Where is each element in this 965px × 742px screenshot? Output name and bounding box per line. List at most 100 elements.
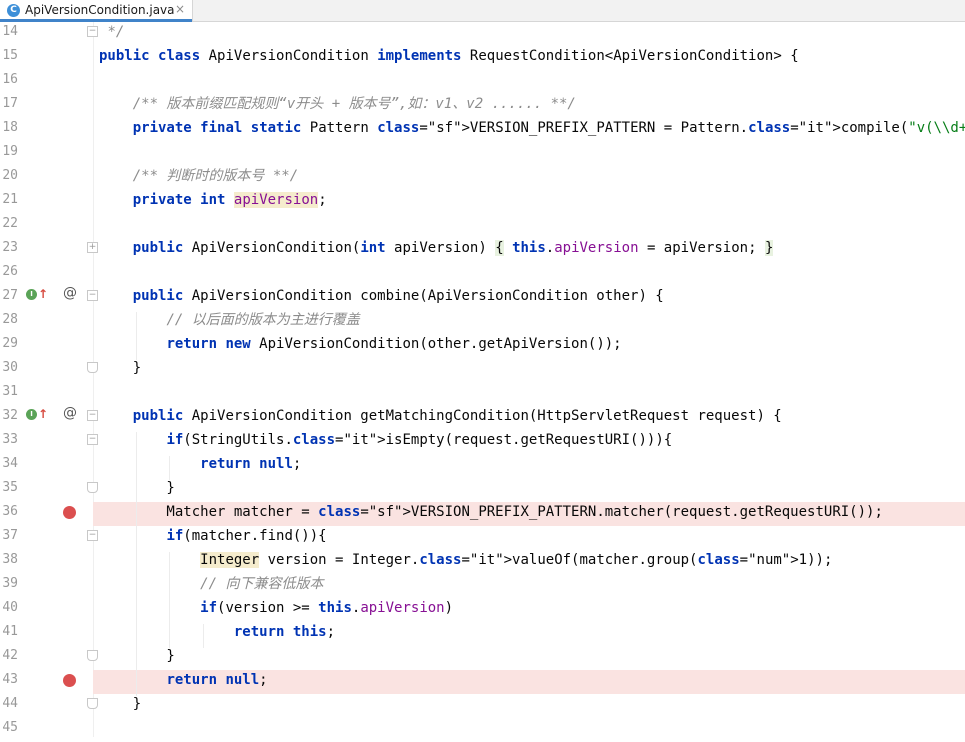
code-line[interactable]: 19	[0, 142, 965, 166]
line-number[interactable]: 34	[0, 454, 18, 474]
code-line[interactable]: 40 if(version >= this.apiVersion)	[0, 598, 965, 622]
line-number[interactable]: 44	[0, 694, 18, 714]
code-line[interactable]: 38 Integer version = Integer.class="it">…	[0, 550, 965, 574]
code-text[interactable]: return null;	[99, 454, 301, 478]
close-icon[interactable]: ×	[175, 2, 185, 16]
line-number[interactable]: 23	[0, 238, 18, 258]
line-number[interactable]: 36	[0, 502, 18, 522]
line-number[interactable]: 39	[0, 574, 18, 594]
breakpoint-icon[interactable]	[63, 506, 76, 519]
editor-tab-active[interactable]: C ApiVersionCondition.java ×	[0, 0, 193, 22]
line-number[interactable]: 15	[0, 46, 18, 66]
code-text[interactable]: Integer version = Integer.class="it">val…	[99, 550, 832, 574]
line-number[interactable]: 35	[0, 478, 18, 498]
line-number[interactable]: 31	[0, 382, 18, 402]
fold-collapse-icon[interactable]	[87, 362, 98, 373]
line-number[interactable]: 29	[0, 334, 18, 354]
line-number[interactable]: 30	[0, 358, 18, 378]
fold-collapse-icon[interactable]: −	[87, 26, 98, 37]
code-line[interactable]: 35 }	[0, 478, 965, 502]
code-line[interactable]: 41 return this;	[0, 622, 965, 646]
code-line[interactable]: 34 return null;	[0, 454, 965, 478]
code-line[interactable]: 16	[0, 70, 965, 94]
code-line[interactable]: 23 + public ApiVersionCondition(int apiVe…	[0, 238, 965, 262]
fold-collapse-icon[interactable]: −	[87, 530, 98, 541]
code-text[interactable]: // 以后面的版本为主进行覆盖	[99, 310, 359, 334]
code-text[interactable]: if(matcher.find()){	[99, 526, 326, 550]
code-line[interactable]: 37 − if(matcher.find()){	[0, 526, 965, 550]
code-text[interactable]: // 向下兼容低版本	[99, 574, 323, 598]
line-number[interactable]: 33	[0, 430, 18, 450]
code-line[interactable]: 27 I ↑ @ − public ApiVersionCondition combin…	[0, 285, 965, 310]
code-text[interactable]: Matcher matcher = class="sf">VERSION_PRE…	[99, 502, 882, 526]
line-number[interactable]: 37	[0, 526, 18, 546]
code-text[interactable]: }	[99, 646, 174, 670]
code-text[interactable]: /** 判断时的版本号 **/	[99, 166, 298, 190]
code-text[interactable]: public ApiVersionCondition(int apiVersio…	[99, 238, 774, 262]
line-number[interactable]: 19	[0, 142, 18, 162]
code-text[interactable]: private int apiVersion;	[99, 190, 327, 214]
line-number[interactable]: 26	[0, 262, 18, 282]
code-text[interactable]: return null;	[99, 670, 267, 694]
code-text[interactable]: return new ApiVersionCondition(other.get…	[99, 334, 621, 358]
fold-collapse-icon[interactable]	[87, 482, 98, 493]
code-line[interactable]: 17 /** 版本前缀匹配规则“v开头 + 版本号”,如：v1、v2 .....…	[0, 94, 965, 118]
line-number[interactable]: 32	[0, 406, 18, 426]
fold-expand-icon[interactable]: +	[87, 242, 98, 253]
implements-method-icon[interactable]: I ↑	[26, 407, 48, 421]
line-number[interactable]: 21	[0, 190, 18, 210]
fold-collapse-icon[interactable]	[87, 650, 98, 661]
code-line[interactable]: 29 return new ApiVersionCondition(other.…	[0, 334, 965, 358]
code-text[interactable]: }	[99, 358, 141, 382]
code-line[interactable]: 15 public class ApiVersionCondition imple…	[0, 46, 965, 70]
implements-method-icon[interactable]: I ↑	[26, 287, 48, 301]
code-text[interactable]: if(StringUtils.class="it">isEmpty(reques…	[99, 430, 672, 454]
fold-collapse-icon[interactable]	[87, 698, 98, 709]
code-line[interactable]: 18 private final static Pattern class="s…	[0, 118, 965, 142]
code-line[interactable]: 44 }	[0, 694, 965, 718]
fold-collapse-icon[interactable]: −	[87, 410, 98, 421]
code-text[interactable]: public ApiVersionCondition combine(ApiVe…	[99, 286, 664, 310]
line-number[interactable]: 14	[0, 22, 18, 42]
code-text[interactable]: private final static Pattern class="sf">…	[99, 118, 965, 142]
code-line[interactable]: 20 /** 判断时的版本号 **/	[0, 166, 965, 190]
line-number[interactable]: 40	[0, 598, 18, 618]
breakpoint-icon[interactable]	[63, 674, 76, 687]
line-number[interactable]: 28	[0, 310, 18, 330]
line-number[interactable]: 22	[0, 214, 18, 234]
code-text[interactable]: }	[99, 694, 141, 718]
line-number[interactable]: 45	[0, 718, 18, 738]
code-text[interactable]: public class ApiVersionCondition impleme…	[99, 46, 799, 70]
code-text[interactable]: return this;	[99, 622, 335, 646]
code-text[interactable]: if(version >= this.apiVersion)	[99, 598, 453, 622]
code-text[interactable]: public ApiVersionCondition getMatchingCo…	[99, 406, 782, 430]
code-line[interactable]: 32 I ↑ @ − public ApiVersionCondition getMat…	[0, 405, 965, 430]
fold-collapse-icon[interactable]: −	[87, 434, 98, 445]
code-text[interactable]: }	[99, 478, 174, 502]
fold-collapse-icon[interactable]: −	[87, 290, 98, 301]
code-line[interactable]: 22	[0, 214, 965, 238]
code-line[interactable]: 42 }	[0, 646, 965, 670]
line-number[interactable]: 41	[0, 622, 18, 642]
code-text[interactable]: */	[99, 22, 124, 46]
line-number[interactable]: 18	[0, 118, 18, 138]
override-annotation-icon[interactable]: @	[63, 405, 77, 421]
code-line[interactable]: 39 // 向下兼容低版本	[0, 574, 965, 598]
code-text[interactable]: /** 版本前缀匹配规则“v开头 + 版本号”,如：v1、v2 ...... *…	[99, 94, 576, 118]
code-line[interactable]: 26	[0, 262, 965, 286]
code-line[interactable]: 45	[0, 718, 965, 742]
code-line[interactable]: 14 − */	[0, 22, 965, 46]
line-number[interactable]: 38	[0, 550, 18, 570]
code-line[interactable]: 31	[0, 382, 965, 406]
code-line[interactable]: 33 − if(StringUtils.class="it">isEmpty(re…	[0, 430, 965, 454]
code-line[interactable]: 30 }	[0, 358, 965, 382]
code-line[interactable]: 43 return null;	[0, 670, 965, 694]
override-annotation-icon[interactable]: @	[63, 285, 77, 301]
code-line[interactable]: 28 // 以后面的版本为主进行覆盖	[0, 310, 965, 334]
code-line[interactable]: 36 Matcher matcher = class="sf">VERSION_…	[0, 502, 965, 526]
line-number[interactable]: 16	[0, 70, 18, 90]
line-number[interactable]: 20	[0, 166, 18, 186]
line-number[interactable]: 27	[0, 286, 18, 306]
code-line[interactable]: 21 private int apiVersion;	[0, 190, 965, 214]
line-number[interactable]: 17	[0, 94, 18, 114]
